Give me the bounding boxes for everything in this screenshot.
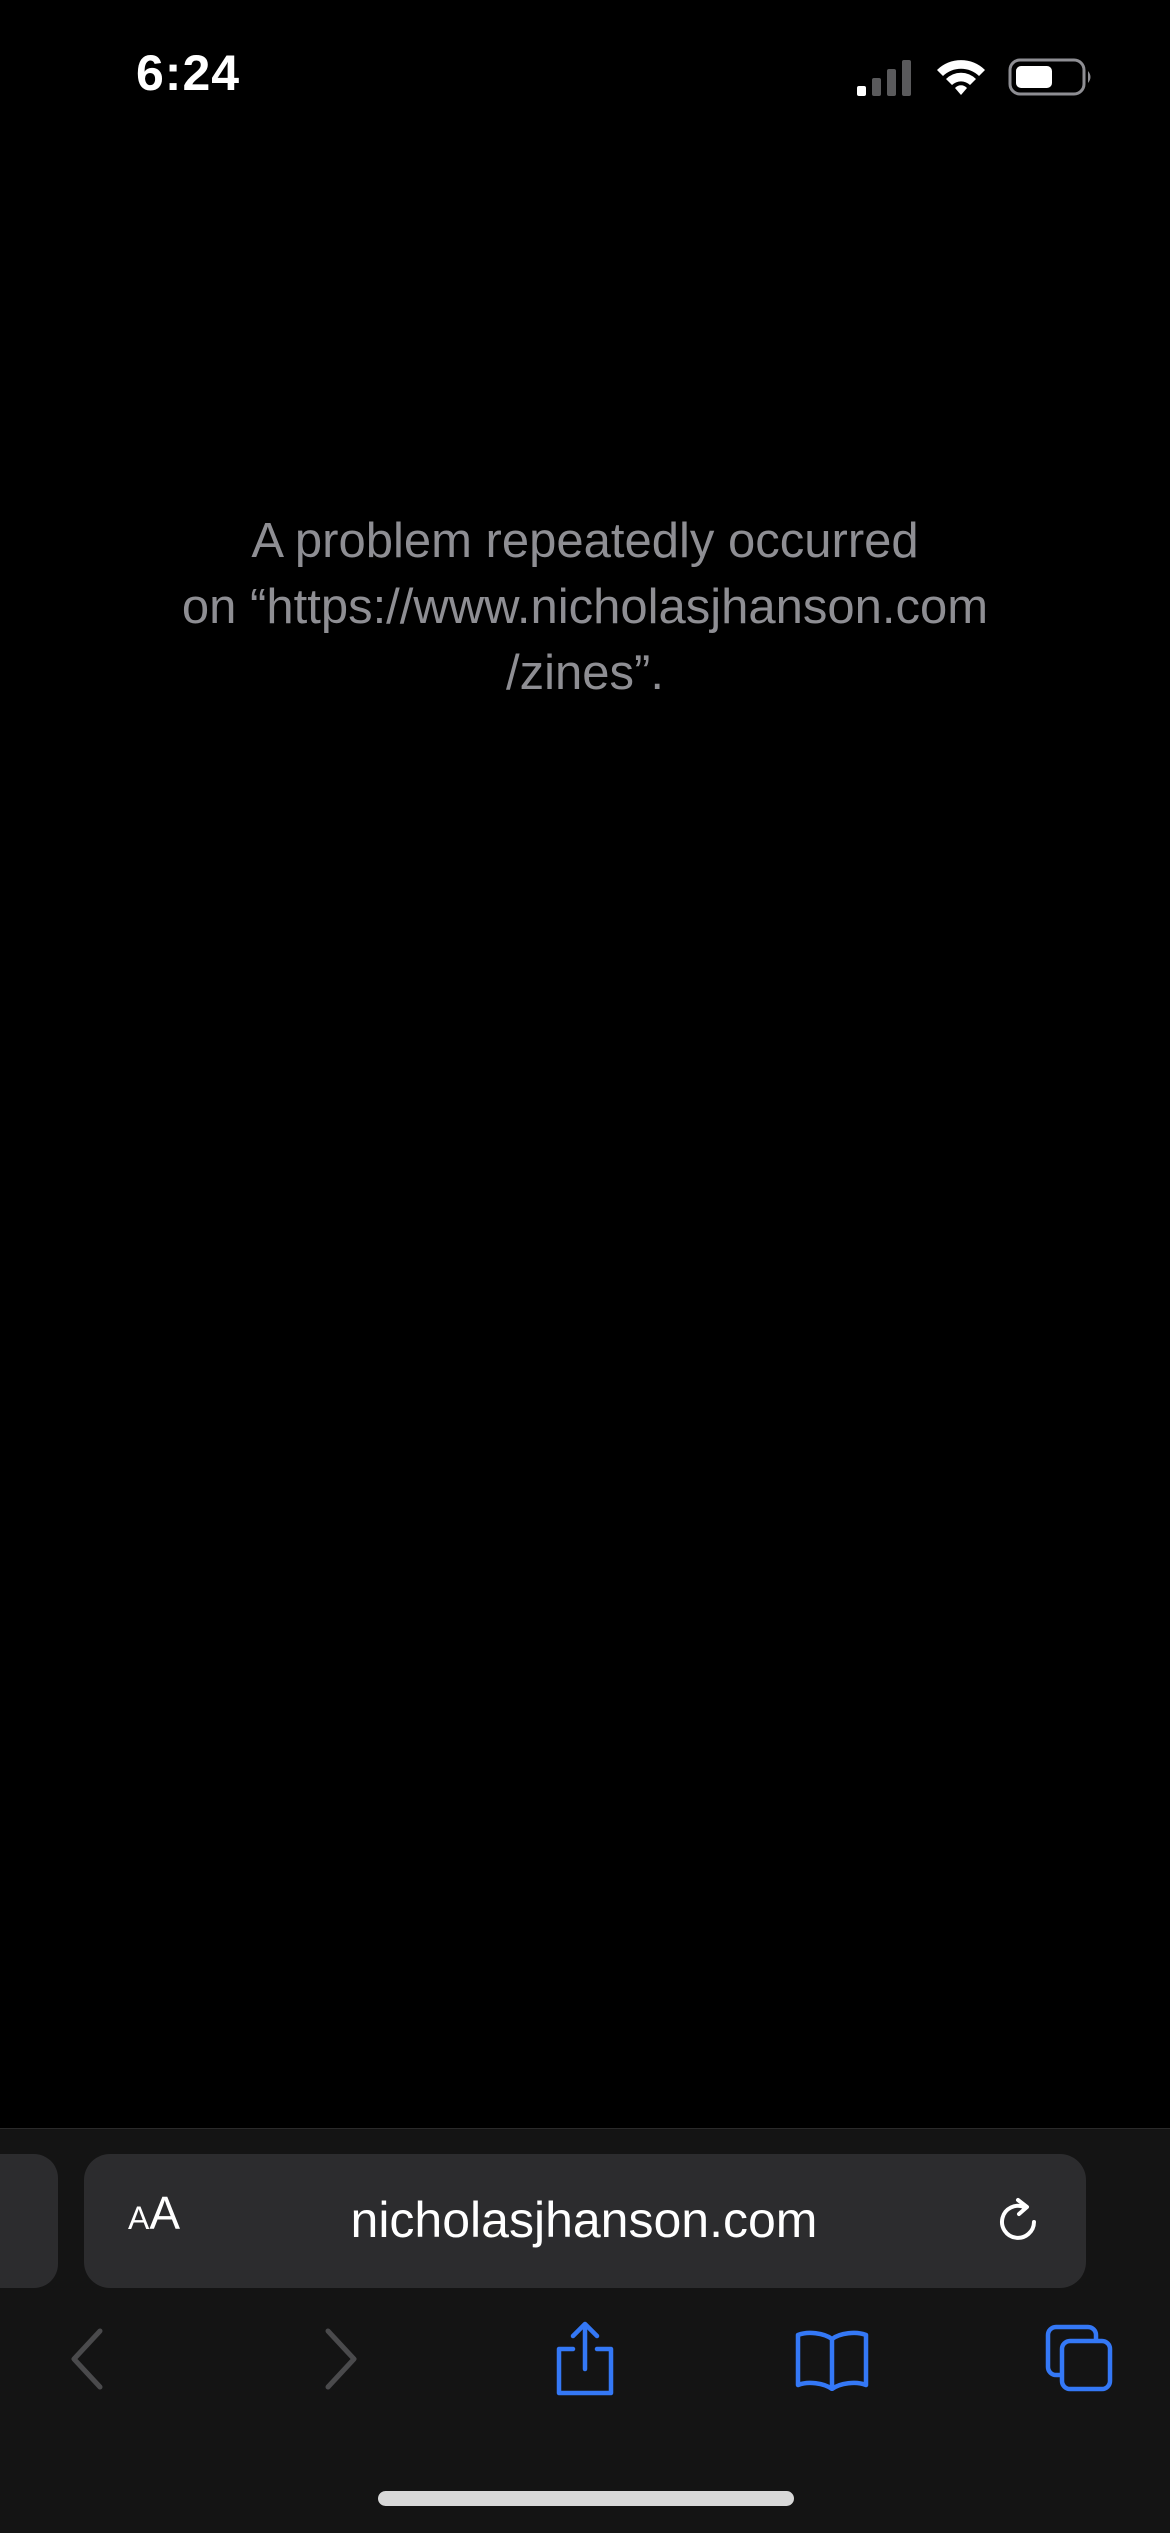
battery-icon xyxy=(1008,58,1091,96)
tabs-icon xyxy=(1045,2324,1113,2392)
chevron-right-icon xyxy=(325,2328,357,2390)
error-line: /zines”. xyxy=(506,646,664,700)
book-icon xyxy=(795,2330,869,2391)
status-bar: 6:24 xyxy=(0,0,1170,150)
error-line: A problem repeatedly occurred xyxy=(251,514,919,568)
reader-small-a: A xyxy=(128,2200,150,2236)
tabs-button[interactable] xyxy=(1030,2309,1130,2409)
forward-button[interactable] xyxy=(290,2309,390,2409)
reload-icon[interactable] xyxy=(990,2194,1046,2250)
home-indicator[interactable] xyxy=(378,2491,794,2506)
web-content: A problem repeatedly occurred on “https:… xyxy=(0,150,1170,2128)
share-icon xyxy=(556,2321,614,2396)
share-button[interactable] xyxy=(535,2309,635,2409)
wifi-icon xyxy=(937,60,985,95)
url-text[interactable]: nicholasjhanson.com xyxy=(234,2190,934,2250)
page-settings-button[interactable]: AA xyxy=(128,2186,208,2256)
error-line: on “https://www.nicholasjhanson.com xyxy=(181,580,989,634)
previous-tab-preview[interactable] xyxy=(0,2154,58,2288)
reader-big-a: A xyxy=(149,2187,181,2239)
chevron-left-icon xyxy=(71,2328,103,2390)
status-time: 6:24 xyxy=(136,45,241,101)
cellular-signal-icon xyxy=(857,60,911,96)
navigation-toolbar xyxy=(0,2309,1170,2429)
address-bar[interactable]: AA nicholasjhanson.com xyxy=(84,2154,1086,2288)
safari-bottom-bar: AA nicholasjhanson.com xyxy=(0,2128,1170,2533)
error-message: A problem repeatedly occurred on “https:… xyxy=(110,508,1060,706)
bookmarks-button[interactable] xyxy=(782,2309,882,2409)
back-button[interactable] xyxy=(38,2309,138,2409)
